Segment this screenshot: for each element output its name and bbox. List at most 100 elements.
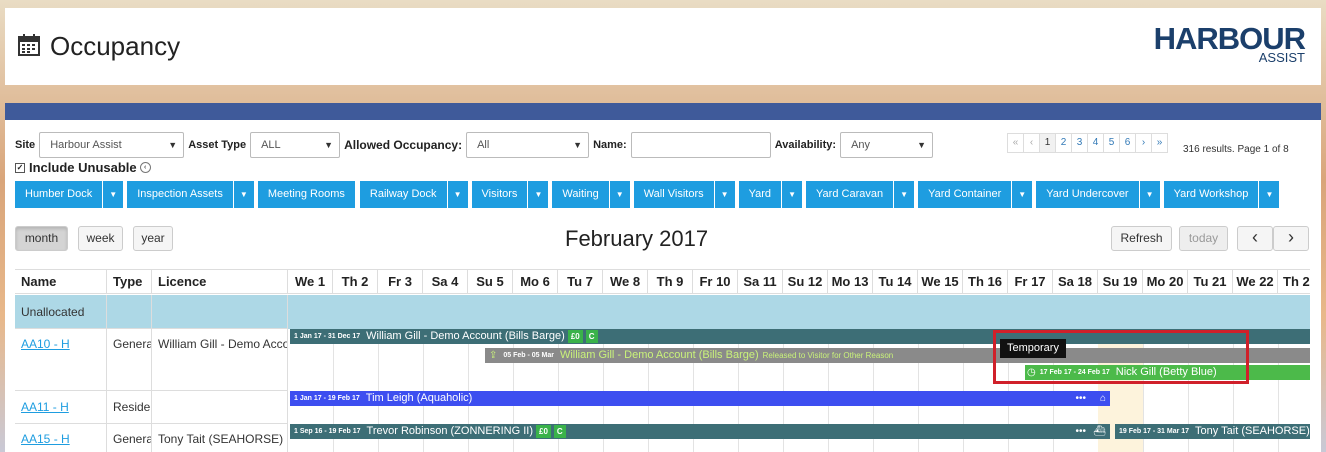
- booking-dates: 1 Jan 17 - 19 Feb 17: [294, 395, 360, 402]
- group-button-yard[interactable]: Yard ▼: [738, 181, 803, 208]
- chevron-down-icon: ▼: [168, 140, 178, 150]
- row-name-aa10: AA10 - H: [15, 329, 107, 391]
- group-button-humber-dock[interactable]: Humber Dock ▼: [15, 181, 124, 208]
- dropdown-caret-icon[interactable]: ▼: [1012, 181, 1033, 208]
- dropdown-caret-icon[interactable]: ▼: [103, 181, 124, 208]
- first-page-button[interactable]: «: [1007, 133, 1024, 153]
- prev-period-button[interactable]: ‹: [1237, 226, 1273, 251]
- dropdown-caret-icon[interactable]: ▼: [894, 181, 915, 208]
- day-header: Mo 6: [513, 270, 558, 294]
- dropdown-caret-icon[interactable]: ▼: [1259, 181, 1280, 208]
- row-name-aa15: AA15 - H: [15, 424, 107, 452]
- more-icon[interactable]: •••: [1075, 391, 1086, 406]
- licence-column-header[interactable]: Licence: [152, 270, 288, 294]
- boat-icon[interactable]: ⛴: [1093, 424, 1106, 439]
- group-button-railway-dock[interactable]: Railway Dock ▼: [359, 181, 468, 208]
- asset-type-value: ALL: [261, 139, 281, 151]
- group-button-meeting-rooms[interactable]: Meeting Rooms: [257, 181, 356, 208]
- group-button-inspection-assets[interactable]: Inspection Assets ▼: [127, 181, 254, 208]
- more-icon[interactable]: •••: [1075, 424, 1086, 439]
- view-month-button[interactable]: month: [15, 226, 68, 251]
- site-select[interactable]: Harbour Assist ▼: [39, 132, 185, 158]
- view-week-button[interactable]: week: [78, 226, 123, 251]
- dropdown-caret-icon[interactable]: ▼: [233, 181, 254, 208]
- group-button-visitors[interactable]: Visitors ▼: [471, 181, 549, 208]
- tooltip: Temporary: [1000, 339, 1066, 358]
- group-label[interactable]: Waiting: [552, 181, 610, 208]
- page-button[interactable]: 6: [1119, 133, 1136, 153]
- availability-select[interactable]: Any ▼: [840, 132, 934, 158]
- group-label[interactable]: Humber Dock: [15, 181, 104, 208]
- dropdown-caret-icon[interactable]: ▼: [447, 181, 468, 208]
- page-button[interactable]: 2: [1055, 133, 1072, 153]
- booking-bar-trevor-robinson[interactable]: 1 Sep 16 - 19 Feb 17 Trevor Robinson (ZO…: [290, 424, 1110, 439]
- include-unusable[interactable]: ✓ Include Unusable ‹: [15, 160, 151, 175]
- asset-link[interactable]: AA15 - H: [21, 432, 70, 446]
- booking-dates: 05 Feb - 05 Mar: [503, 352, 554, 359]
- group-button-yard-caravan[interactable]: Yard Caravan ▼: [806, 181, 915, 208]
- chevron-right-icon: ›: [1288, 227, 1294, 247]
- chevron-down-icon: ▼: [917, 140, 927, 150]
- include-unusable-checkbox[interactable]: ✓: [15, 162, 25, 173]
- group-label[interactable]: Yard: [738, 181, 783, 208]
- dropdown-caret-icon[interactable]: ▼: [782, 181, 803, 208]
- day-header: Sa 18: [1053, 270, 1098, 294]
- day-header: Sa 4: [423, 270, 468, 294]
- row-name-unallocated: Unallocated: [15, 295, 107, 329]
- row-type-cell: General: [107, 424, 152, 452]
- asset-group-buttons: Humber Dock ▼ Inspection Assets ▼ Meeting …: [15, 181, 1283, 208]
- group-label[interactable]: Railway Dock: [359, 181, 448, 208]
- dropdown-caret-icon[interactable]: ▼: [1139, 181, 1160, 208]
- name-column-header[interactable]: Name: [15, 270, 107, 294]
- type-column-header[interactable]: Type: [107, 270, 152, 294]
- group-label[interactable]: Inspection Assets: [127, 181, 234, 208]
- group-label[interactable]: Yard Workshop: [1163, 181, 1260, 208]
- group-button-yard-workshop[interactable]: Yard Workshop ▼: [1163, 181, 1280, 208]
- asset-type-select[interactable]: ALL ▼: [250, 132, 341, 158]
- page-button[interactable]: 5: [1103, 133, 1120, 153]
- last-page-button[interactable]: »: [1151, 133, 1168, 153]
- group-label[interactable]: Visitors: [471, 181, 529, 208]
- day-header: Tu 21: [1188, 270, 1233, 294]
- view-year-button[interactable]: year: [133, 226, 173, 251]
- page-button[interactable]: 1: [1039, 133, 1056, 153]
- group-button-waiting[interactable]: Waiting ▼: [552, 181, 630, 208]
- page-button[interactable]: 4: [1087, 133, 1104, 153]
- prev-page-button[interactable]: ‹: [1023, 133, 1040, 153]
- dropdown-caret-icon[interactable]: ▼: [609, 181, 630, 208]
- group-label[interactable]: Meeting Rooms: [257, 181, 356, 208]
- group-label[interactable]: Yard Caravan: [806, 181, 895, 208]
- page-button[interactable]: 3: [1071, 133, 1088, 153]
- info-icon[interactable]: ‹: [139, 162, 151, 173]
- group-button-yard-container[interactable]: Yard Container ▼: [918, 181, 1033, 208]
- dropdown-caret-icon[interactable]: ▼: [528, 181, 549, 208]
- today-button[interactable]: today: [1179, 226, 1228, 251]
- next-page-button[interactable]: ›: [1135, 133, 1152, 153]
- home-icon[interactable]: ⌂: [1100, 391, 1106, 406]
- refresh-button[interactable]: Refresh: [1111, 226, 1172, 251]
- availability-label: Availability:: [774, 139, 837, 151]
- allowed-occupancy-select[interactable]: All ▼: [466, 132, 590, 158]
- harbour-assist-logo: HARBOUR ASSIST: [1154, 23, 1306, 64]
- dropdown-caret-icon[interactable]: ▼: [714, 181, 735, 208]
- row-name-aa11: AA11 - H: [15, 391, 107, 424]
- group-label[interactable]: Wall Visitors: [633, 181, 715, 208]
- asset-link[interactable]: AA11 - H: [21, 400, 69, 414]
- booking-bar-tony-tait[interactable]: 19 Feb 17 - 31 Mar 17 Tony Tait (SEAHORS…: [1115, 424, 1310, 439]
- day-header: Mo 20: [1143, 270, 1188, 294]
- booking-bar-tim-leigh[interactable]: 1 Jan 17 - 19 Feb 17 Tim Leigh (Aquaholi…: [290, 391, 1110, 406]
- group-label[interactable]: Yard Container: [918, 181, 1013, 208]
- day-header: Su 19: [1098, 270, 1143, 294]
- asset-link[interactable]: AA10 - H: [21, 337, 70, 351]
- row-licence-cell: [152, 391, 288, 424]
- group-button-yard-undercover[interactable]: Yard Undercover ▼: [1036, 181, 1160, 208]
- day-header: Th 2: [333, 270, 378, 294]
- day-header: We 22: [1233, 270, 1278, 294]
- row-licence-cell: [152, 295, 288, 329]
- next-period-button[interactable]: ›: [1273, 226, 1309, 251]
- asset-type-label: Asset Type: [188, 139, 247, 151]
- page-title: Occupancy: [50, 31, 181, 61]
- name-input[interactable]: [630, 132, 771, 158]
- group-button-wall-visitors[interactable]: Wall Visitors ▼: [633, 181, 735, 208]
- group-label[interactable]: Yard Undercover: [1036, 181, 1140, 208]
